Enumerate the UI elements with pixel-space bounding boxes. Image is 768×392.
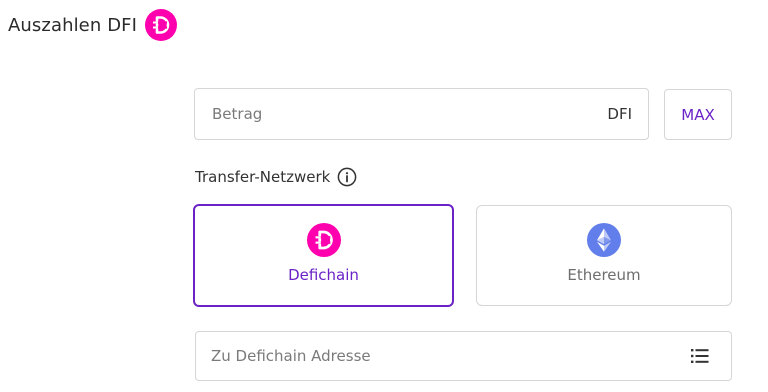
defichain-logo-icon [306, 223, 341, 257]
amount-unit: DFI [607, 105, 632, 123]
address-input[interactable] [211, 347, 651, 365]
page-title: Auszahlen DFI [8, 14, 138, 36]
ethereum-logo-icon [587, 223, 621, 257]
info-icon[interactable] [337, 167, 357, 187]
amount-input[interactable] [212, 105, 512, 123]
network-option-defichain[interactable]: Defichain [193, 204, 454, 307]
max-button[interactable]: MAX [664, 89, 732, 140]
address-field[interactable] [195, 331, 732, 381]
transfer-network-label: Transfer-Netzwerk [195, 167, 357, 187]
address-book-list-icon[interactable] [691, 348, 709, 364]
amount-field[interactable]: DFI [194, 88, 649, 140]
withdraw-dfi-page: Auszahlen DFI DFI MAX Transfer-Netzwerk [0, 0, 768, 392]
page-header: Auszahlen DFI [8, 9, 178, 41]
defichain-logo-icon [145, 9, 178, 41]
network-option-label: Ethereum [567, 266, 641, 284]
network-option-ethereum[interactable]: Ethereum [476, 205, 732, 306]
network-option-label: Defichain [288, 266, 359, 284]
transfer-network-text: Transfer-Netzwerk [195, 168, 331, 186]
